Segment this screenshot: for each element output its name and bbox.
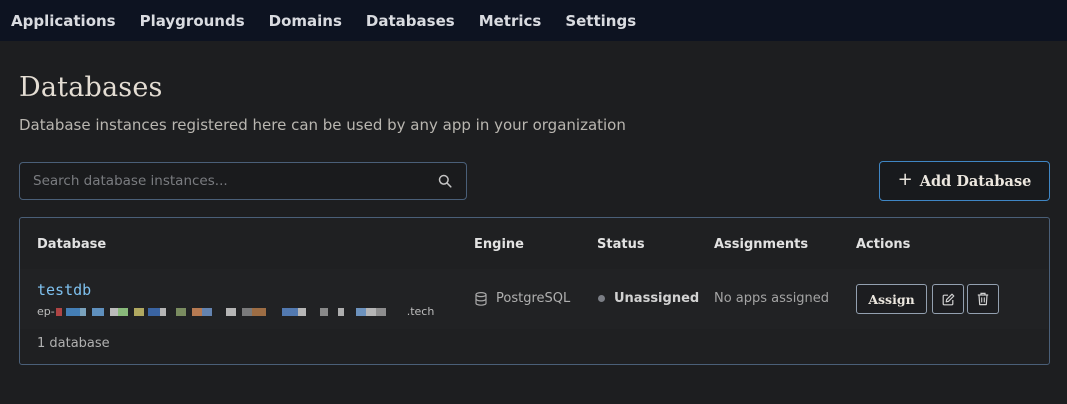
edit-button[interactable] <box>932 284 964 314</box>
nav-item-playgrounds[interactable]: Playgrounds <box>140 12 245 30</box>
status-label: Unassigned <box>614 291 700 306</box>
column-header-assignments: Assignments <box>714 237 809 252</box>
column-header-status: Status <box>597 237 645 252</box>
search-icon[interactable] <box>437 173 453 189</box>
plus-icon: + <box>897 169 913 190</box>
nav-item-domains[interactable]: Domains <box>269 12 342 30</box>
column-header-engine: Engine <box>474 237 524 252</box>
trash-icon <box>977 292 989 306</box>
delete-button[interactable] <box>967 284 999 314</box>
databases-table: Database Engine Status Assignments Actio… <box>19 217 1050 365</box>
table-row: testdb ep- .tech PostgreSQL Unassigned N… <box>20 269 1048 329</box>
database-icon <box>475 291 487 306</box>
add-database-label: Add Database <box>919 172 1032 190</box>
database-count: 1 database <box>37 336 110 351</box>
assign-button[interactable]: Assign <box>856 284 927 314</box>
nav-item-settings[interactable]: Settings <box>565 12 636 30</box>
search-box <box>19 162 467 200</box>
engine-cell: PostgreSQL <box>475 291 570 306</box>
nav-item-databases[interactable]: Databases <box>366 12 455 30</box>
top-navigation: Applications Playgrounds Domains Databas… <box>0 0 1067 41</box>
database-host-prefix: ep- <box>37 305 55 318</box>
search-input[interactable] <box>20 163 437 199</box>
column-header-database: Database <box>37 237 107 252</box>
status-badge: Unassigned <box>598 291 699 306</box>
edit-icon <box>942 293 955 306</box>
nav-item-metrics[interactable]: Metrics <box>479 12 542 30</box>
column-header-actions: Actions <box>856 237 911 252</box>
page-title: Databases <box>19 72 163 103</box>
redacted-hostname <box>55 307 406 316</box>
database-host-suffix: .tech <box>406 305 435 318</box>
engine-label: PostgreSQL <box>496 291 571 306</box>
database-name-link[interactable]: testdb <box>37 281 91 299</box>
page-subtitle: Database instances registered here can b… <box>19 116 626 134</box>
status-dot <box>598 295 605 302</box>
nav-item-applications[interactable]: Applications <box>11 12 116 30</box>
assignments-text: No apps assigned <box>714 291 830 306</box>
database-host: ep- .tech <box>37 305 434 318</box>
add-database-button[interactable]: + Add Database <box>879 161 1050 201</box>
